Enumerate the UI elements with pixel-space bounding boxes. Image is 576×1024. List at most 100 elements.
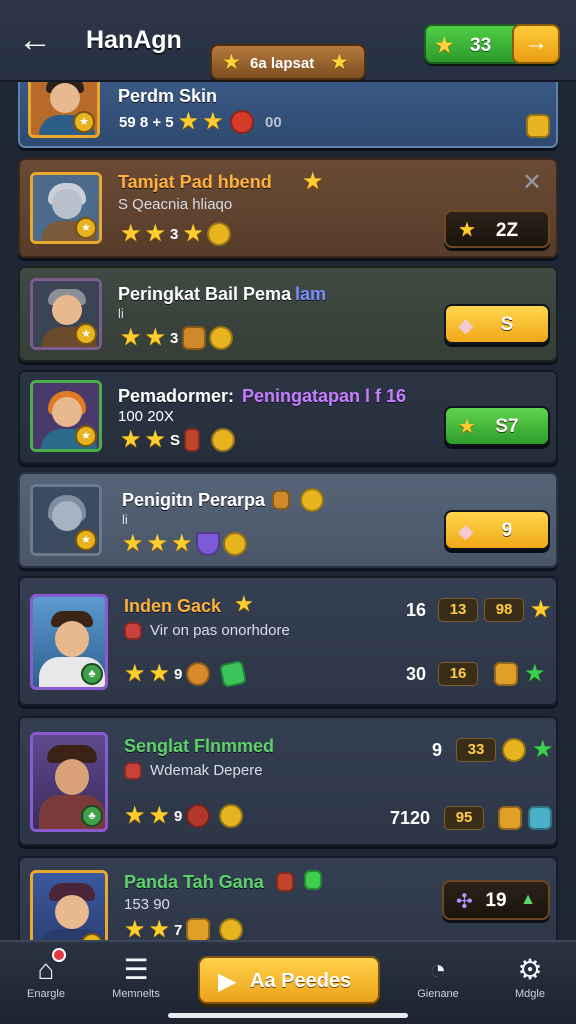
star-rating: 59 8 + 5 ★ ★ bbox=[119, 108, 224, 135]
star-icon: ★ bbox=[124, 802, 146, 829]
coin-icon bbox=[300, 488, 324, 512]
home-indicator bbox=[168, 1013, 408, 1018]
gauge-icon: ◔ bbox=[429, 954, 447, 985]
arrow-up-icon: ▲ bbox=[520, 891, 536, 908]
card-title: Penigitn Perarpa bbox=[122, 490, 266, 510]
avatar: ♣ bbox=[30, 594, 108, 690]
star-rating: ★ ★ 7 bbox=[124, 918, 244, 940]
card-subtitle: 153 90 bbox=[124, 896, 170, 913]
nav-home[interactable]: ⌂ Enargle bbox=[6, 948, 86, 1000]
page-title: HanAgn bbox=[86, 26, 182, 54]
play-icon: ▶ bbox=[218, 968, 237, 995]
stat-row-bottom: 7120 95 bbox=[390, 806, 553, 830]
coin-balance[interactable]: ★ 33 → bbox=[424, 24, 560, 64]
star-icon: ★ bbox=[146, 530, 169, 557]
star-rating: ★ ★ 9 bbox=[124, 802, 244, 829]
coin-icon bbox=[209, 326, 234, 350]
star-rating: ★ ★ 3 bbox=[120, 324, 234, 351]
avatar: ★ bbox=[30, 380, 102, 452]
star-icon: ★ bbox=[524, 660, 546, 687]
stat-row-bottom: 30 16 ★ bbox=[406, 660, 546, 687]
buy-button[interactable]: ★ S7 bbox=[444, 406, 550, 446]
avatar: ★ bbox=[30, 870, 108, 940]
arrow-right-icon[interactable]: → bbox=[512, 24, 560, 64]
star-icon: ★ bbox=[171, 530, 193, 557]
card-list[interactable]: ★ Perdm Skin 59 8 + 5 ★ ★ 00 ★ Tamjat Pa… bbox=[0, 82, 576, 940]
coin-count: 33 bbox=[470, 35, 492, 56]
nav-settings[interactable]: ⚙ Mdgle bbox=[490, 952, 570, 1000]
list-item[interactable]: ★ Perdm Skin 59 8 + 5 ★ ★ 00 bbox=[18, 82, 558, 148]
coin-icon bbox=[222, 532, 247, 556]
card-subtitle: Vir on pas onorhdore bbox=[150, 622, 290, 639]
apple-icon bbox=[230, 110, 254, 134]
card-title: Senglat Flnmmed bbox=[124, 736, 275, 756]
star-icon: ★ bbox=[202, 108, 224, 135]
star-icon: ★ bbox=[177, 108, 200, 135]
coin-icon bbox=[211, 428, 236, 452]
coin-icon bbox=[502, 738, 527, 762]
shield-icon bbox=[195, 532, 220, 556]
stat-chip: 33 bbox=[456, 738, 497, 762]
play-button[interactable]: ▶ Aa Peedes bbox=[198, 956, 380, 1004]
card-title: Tamjat Pad hbend bbox=[118, 172, 272, 192]
list-item[interactable]: ★ Peringkat Bail Pema lam li ★ ★ 3 ◆ S bbox=[18, 266, 558, 362]
reward-button[interactable]: ✣ 19 ▲ bbox=[442, 880, 550, 920]
bottom-nav: ⌂ Enargle ☰ Memnelts ▶ Aa Peedes ◔ Giena… bbox=[0, 940, 576, 1024]
card-title: Peringkat Bail Pema bbox=[118, 284, 292, 304]
star-icon: ★ bbox=[234, 591, 254, 616]
level-badge: ★ bbox=[75, 217, 97, 239]
cube-icon bbox=[528, 806, 553, 830]
star-rating: ★ ★ ★ bbox=[122, 532, 247, 556]
close-icon[interactable]: ✕ bbox=[522, 168, 542, 197]
level-badge: ★ bbox=[73, 111, 95, 133]
notification-badge bbox=[52, 948, 66, 962]
list-icon: ☰ bbox=[123, 954, 149, 985]
stat-chip: 13 bbox=[438, 598, 479, 622]
star-icon: ★ bbox=[144, 426, 167, 453]
star-rating: ★ ★ S bbox=[120, 426, 236, 453]
star-icon: ★ bbox=[120, 324, 142, 351]
stat-chip: 98 bbox=[484, 598, 525, 622]
card-subtitle: Wdemak Depere bbox=[150, 762, 263, 779]
nav-list[interactable]: ☰ Memnelts bbox=[96, 952, 176, 1000]
star-icon: ★ bbox=[148, 802, 171, 829]
buy-button[interactable]: ◆ S bbox=[444, 304, 550, 344]
coin-icon bbox=[219, 804, 244, 828]
gem-icon bbox=[304, 870, 322, 890]
star-icon: ★ bbox=[148, 660, 171, 687]
item-row: 00 bbox=[230, 110, 283, 134]
star-icon: ★ bbox=[120, 220, 142, 247]
coin-icon bbox=[219, 918, 244, 940]
card-subtitle: li bbox=[122, 512, 128, 527]
buy-button[interactable]: ◆ 9 bbox=[444, 510, 550, 550]
back-arrow-icon[interactable]: ← bbox=[18, 22, 60, 58]
rank-ribbon: ★ 6a lapsat ★ bbox=[210, 44, 366, 80]
level-badge: ♣ bbox=[81, 663, 103, 685]
star-icon: ★ bbox=[144, 324, 167, 351]
gift-icon bbox=[124, 622, 142, 640]
list-item[interactable]: ♣ Inden Gack ★ Vir on pas onorhdore ★ ★ … bbox=[18, 576, 558, 706]
chest-icon bbox=[498, 806, 523, 830]
reward-button[interactable]: ★ 2Z bbox=[444, 210, 550, 248]
list-item[interactable]: ♣ Senglat Flnmmed Wdemak Depere ★ ★ 9 9 … bbox=[18, 716, 558, 846]
list-item[interactable]: ★ Tamjat Pad hbend ★ S Qeacnia hliaqo ★ … bbox=[18, 158, 558, 258]
list-item[interactable]: ★ Penigitn Perarpa li ★ ★ ★ ◆ 9 bbox=[18, 472, 558, 568]
avatar: ★ bbox=[30, 484, 102, 556]
star-icon: ★ bbox=[120, 426, 142, 453]
chest-icon bbox=[494, 662, 519, 686]
card-subtitle: 100 20X bbox=[118, 408, 174, 425]
stat-row-top: 16 13 98 ★ bbox=[406, 596, 552, 623]
bomb-icon bbox=[186, 804, 211, 828]
stat-chip: 95 bbox=[444, 806, 485, 830]
chest-icon[interactable] bbox=[526, 114, 550, 138]
gear-icon: ⚙ bbox=[517, 954, 543, 985]
star-icon: ★ bbox=[124, 660, 146, 687]
list-item[interactable]: ★ Panda Tah Gana 153 90 ★ ★ 7 ✣ 19 ▲ bbox=[18, 856, 558, 940]
star-icon: ★ bbox=[122, 530, 144, 557]
nav-gauge[interactable]: ◔ Gienane bbox=[398, 952, 478, 1000]
card-subtitle: S Qeacnia hliaqo bbox=[118, 196, 233, 213]
chest-icon bbox=[186, 918, 211, 940]
star-icon: ★ bbox=[530, 596, 552, 623]
potion-icon bbox=[184, 428, 201, 452]
list-item[interactable]: ★ Pemadormer: Peningatapan l f 16 100 20… bbox=[18, 370, 558, 464]
